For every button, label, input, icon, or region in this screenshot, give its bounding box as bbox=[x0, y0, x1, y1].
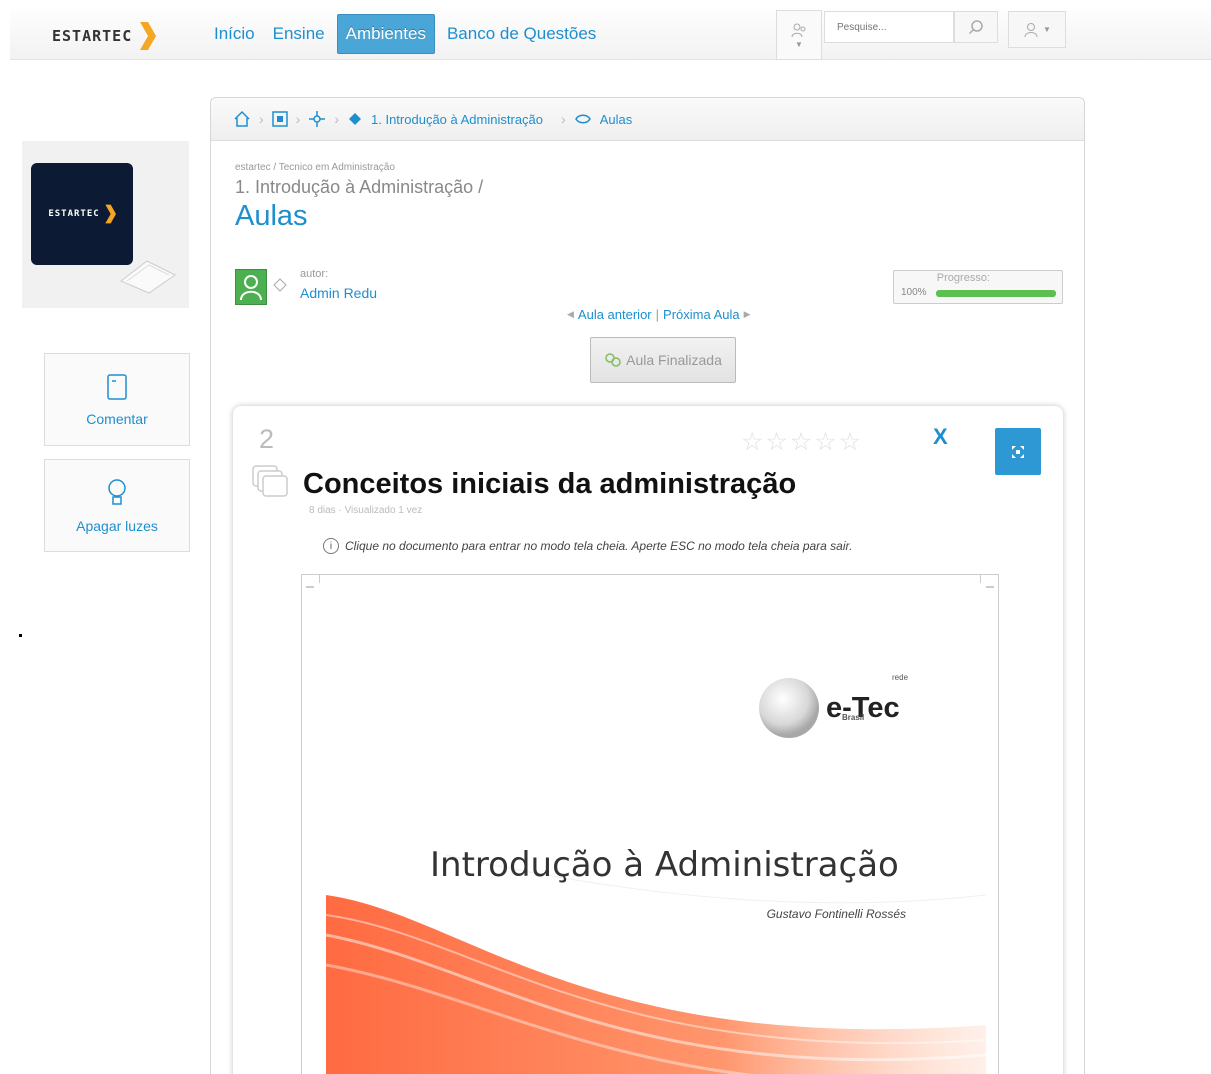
star-icon[interactable]: ☆ bbox=[839, 430, 861, 455]
corner-mark-icon bbox=[980, 575, 994, 588]
lightbulb-icon bbox=[108, 478, 126, 505]
comment-icon bbox=[107, 373, 127, 400]
fullscreen-hint: i Clique no documento para entrar no mod… bbox=[323, 538, 852, 554]
breadcrumb-separator: › bbox=[334, 111, 340, 127]
star-icon[interactable]: ☆ bbox=[765, 430, 787, 455]
course-icon[interactable] bbox=[308, 110, 326, 128]
document-stack-icon bbox=[252, 465, 288, 497]
breadcrumb-separator: › bbox=[561, 111, 566, 127]
environment-logo: ESTARTEC bbox=[31, 163, 133, 265]
document-author: Gustavo Fontinelli Rossés bbox=[766, 907, 906, 921]
finished-check-icon bbox=[605, 353, 621, 367]
lesson-nav-separator: | bbox=[655, 307, 660, 322]
contacts-dropdown-button[interactable]: ▼ bbox=[776, 10, 822, 60]
avatar[interactable] bbox=[235, 269, 267, 305]
header-path[interactable]: estartec / Tecnico em Administração bbox=[235, 162, 395, 173]
page-title: Aulas bbox=[235, 200, 308, 232]
breadcrumb: › › › 1. Introdução à Administração › Au… bbox=[211, 98, 1084, 141]
close-button[interactable]: X bbox=[933, 424, 948, 450]
header-subtitle[interactable]: 1. Introdução à Administração / bbox=[235, 177, 483, 198]
nav-item-ambientes[interactable]: Ambientes bbox=[336, 14, 435, 54]
progress-bar-fill bbox=[936, 290, 1056, 297]
environment-logo-text: ESTARTEC bbox=[48, 209, 100, 219]
comment-button-label: Comentar bbox=[86, 410, 148, 427]
home-icon[interactable] bbox=[233, 110, 251, 128]
decorative-waves bbox=[326, 855, 986, 1074]
document-title: Introdução à Administração bbox=[430, 845, 899, 885]
star-icon[interactable]: ☆ bbox=[741, 430, 763, 455]
progress-percent: 100% bbox=[901, 287, 927, 298]
brand-chevron-icon bbox=[140, 22, 157, 50]
environment-logo-box: ESTARTEC bbox=[22, 141, 189, 308]
lesson-finished-label: Aula Finalizada bbox=[626, 352, 722, 368]
search-button[interactable] bbox=[954, 11, 998, 43]
author-name[interactable]: Admin Redu bbox=[300, 285, 377, 301]
brand-logo[interactable]: ESTARTEC bbox=[52, 22, 157, 50]
user-icon bbox=[1024, 22, 1038, 37]
user-icon bbox=[240, 275, 262, 301]
fullscreen-hint-text: Clique no documento para entrar no modo … bbox=[345, 539, 853, 553]
lesson-finished-button[interactable]: Aula Finalizada bbox=[590, 337, 736, 383]
progress-box: Progresso: 100% bbox=[893, 270, 1063, 304]
nav-item-inicio[interactable]: Início bbox=[208, 15, 261, 53]
people-icon bbox=[791, 23, 806, 37]
rating-stars: ☆ ☆ ☆ ☆ ☆ bbox=[741, 430, 861, 455]
stray-dot bbox=[19, 634, 22, 637]
book-icon bbox=[120, 260, 176, 294]
lessons-icon bbox=[574, 114, 591, 124]
search-input[interactable] bbox=[824, 11, 954, 43]
document-viewer[interactable]: e-Tec rede Brasil Introdução à Administr… bbox=[301, 574, 999, 1074]
breadcrumb-separator: › bbox=[295, 111, 301, 127]
previous-lesson-link[interactable]: Aula anterior bbox=[578, 307, 652, 322]
lesson-card: 2 ☆ ☆ ☆ ☆ ☆ X Conceitos iniciais da admi… bbox=[233, 406, 1063, 1074]
breadcrumb-current: Aulas bbox=[599, 111, 633, 127]
triangle-right-icon: ▶ bbox=[743, 309, 751, 319]
lesson-panel: › › › 1. Introdução à Administração › Au… bbox=[210, 97, 1085, 1074]
main-nav: Início Ensine Ambientes Banco de Questõe… bbox=[208, 14, 608, 54]
breadcrumb-course[interactable]: 1. Introdução à Administração bbox=[371, 112, 543, 127]
user-menu-button[interactable]: ▼ bbox=[1008, 11, 1066, 48]
etec-logo-brasil: Brasil bbox=[842, 713, 865, 722]
brand-chevron-icon bbox=[105, 204, 116, 224]
lesson-title: Conceitos iniciais da administração bbox=[303, 468, 797, 500]
expand-icon bbox=[1012, 445, 1024, 458]
lesson-meta: 8 dias · Visualizado 1 vez bbox=[309, 505, 423, 516]
lesson-navigation: ◀ Aula anterior | Próxima Aula ▶ bbox=[567, 307, 751, 322]
search-icon bbox=[968, 20, 983, 35]
author-label: autor: bbox=[300, 268, 329, 280]
brand-name: ESTARTEC bbox=[52, 27, 133, 45]
corner-mark-icon bbox=[306, 575, 320, 588]
triangle-left-icon: ◀ bbox=[567, 309, 574, 319]
comment-button[interactable]: Comentar bbox=[44, 353, 190, 446]
progress-label: Progresso: bbox=[936, 272, 990, 284]
lesson-number: 2 bbox=[259, 424, 275, 454]
environment-icon[interactable] bbox=[271, 111, 288, 127]
next-lesson-link[interactable]: Próxima Aula bbox=[663, 307, 740, 322]
etec-globe-icon bbox=[759, 678, 819, 738]
author-badge-icon bbox=[273, 278, 287, 292]
chevron-down-icon: ▼ bbox=[1043, 25, 1051, 34]
nav-item-ensine[interactable]: Ensine bbox=[267, 15, 331, 53]
etec-logo: e-Tec rede Brasil bbox=[756, 673, 908, 741]
star-icon[interactable]: ☆ bbox=[814, 430, 836, 455]
progress-bar bbox=[936, 290, 1056, 297]
etec-logo-rede: rede bbox=[892, 673, 909, 682]
breadcrumb-separator: › bbox=[259, 111, 264, 127]
nav-item-banco-de-questoes[interactable]: Banco de Questões bbox=[441, 15, 602, 53]
expand-button[interactable] bbox=[995, 428, 1041, 475]
info-icon: i bbox=[323, 538, 339, 554]
module-icon bbox=[349, 113, 362, 125]
lights-off-button[interactable]: Apagar luzes bbox=[44, 459, 190, 552]
lights-off-button-label: Apagar luzes bbox=[76, 517, 158, 534]
star-icon[interactable]: ☆ bbox=[790, 430, 812, 455]
chevron-down-icon: ▼ bbox=[795, 39, 803, 49]
